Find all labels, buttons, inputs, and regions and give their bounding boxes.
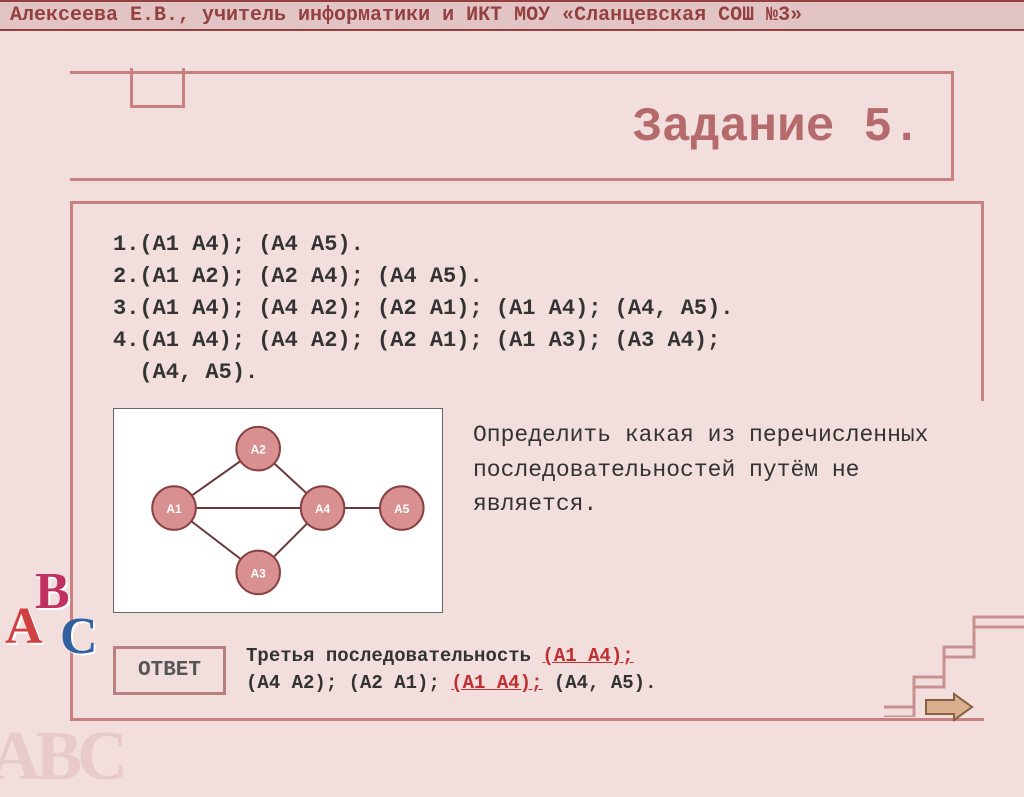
sequence-list: 1.(А1 А4); (А4 А5). 2.(А1 А2); (А2 А4); … xyxy=(113,229,954,388)
svg-text:A1: A1 xyxy=(166,502,182,516)
graph-diagram: A2 A1 A4 A5 A3 xyxy=(113,408,443,613)
letter-a: A xyxy=(5,597,43,656)
question-text: Определить какая из перечисленных послед… xyxy=(473,408,954,613)
node-a1: A1 xyxy=(152,487,196,531)
answer-button[interactable]: ОТВЕТ xyxy=(113,646,226,695)
svg-text:A2: A2 xyxy=(251,443,267,457)
answer-row: ОТВЕТ Третья последовательность (А1 А4);… xyxy=(113,643,954,696)
ans-post: (А4, А5). xyxy=(542,672,656,694)
ans-hl1: (А1 А4); xyxy=(542,645,633,667)
slide-title: Задание 5. xyxy=(633,101,921,155)
diagram-row: A2 A1 A4 A5 A3 Опре xyxy=(113,408,954,613)
svg-text:A3: A3 xyxy=(251,567,267,581)
abc-decoration: B A C xyxy=(5,532,125,712)
content-box: 1.(А1 А4); (А4 А5). 2.(А1 А2); (А2 А4); … xyxy=(70,201,984,721)
svg-text:A5: A5 xyxy=(394,502,410,516)
node-a4: A4 xyxy=(301,487,345,531)
answer-label: ОТВЕТ xyxy=(138,659,201,682)
answer-text: Третья последовательность (А1 А4); (А4 А… xyxy=(246,643,656,696)
node-a3: A3 xyxy=(236,551,280,595)
node-a5: A5 xyxy=(380,487,424,531)
title-tab xyxy=(130,68,185,108)
seq-4b: (А4, А5). xyxy=(113,357,954,389)
ans-mid: (А4 А2); (А2 А1); xyxy=(246,672,451,694)
seq-1: 1.(А1 А4); (А4 А5). xyxy=(113,229,954,261)
seq-3: 3.(А1 А4); (А4 А2); (А2 А1); (А1 А4); (А… xyxy=(113,293,954,325)
abc-ghost: ABC xyxy=(0,717,123,797)
header-text: Алексеева Е.В., учитель информатики и ИК… xyxy=(10,4,802,27)
header-bar: Алексеева Е.В., учитель информатики и ИК… xyxy=(0,0,1024,31)
ans-pre: Третья последовательность xyxy=(246,645,542,667)
title-box: Задание 5. xyxy=(70,71,954,181)
letter-c: C xyxy=(60,607,98,666)
seq-2: 2.(А1 А2); (А2 А4); (А4 А5). xyxy=(113,261,954,293)
ans-hl2: (А1 А4); xyxy=(451,672,542,694)
svg-text:A4: A4 xyxy=(315,502,331,516)
node-a2: A2 xyxy=(236,427,280,471)
seq-4a: 4.(А1 А4); (А4 А2); (А2 А1); (А1 А3); (А… xyxy=(113,325,954,357)
next-arrow-icon[interactable] xyxy=(924,692,974,722)
